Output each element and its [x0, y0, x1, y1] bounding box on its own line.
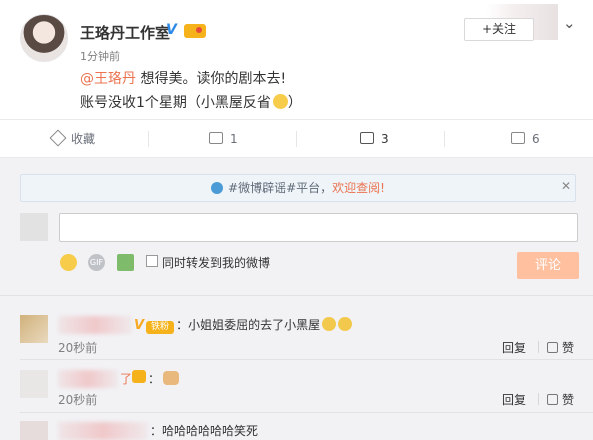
emoji-icon — [322, 317, 337, 331]
forward-button[interactable]: 1 — [209, 120, 238, 158]
post-text-line-2: 账号没收1个星期（小黑屋反省 ） — [80, 91, 302, 115]
weibo-post: 王珞丹工作室 V 1分钟前 +关注 ⌄ @王珞丹 想得美。读你的剧本去! 账号没… — [0, 0, 593, 119]
comment-divider — [20, 359, 593, 360]
commenter-name-blurred[interactable] — [58, 422, 148, 440]
action-divider — [444, 131, 445, 147]
mention-link[interactable]: @王珞丹 — [80, 71, 136, 87]
comment-icon — [360, 132, 374, 144]
post-action-bar: 收藏 1 3 6 — [0, 119, 593, 158]
star-icon — [49, 129, 67, 147]
comment-time: 20秒前 — [58, 341, 98, 355]
post-text-line-2-body: 账号没收1个星期（小黑屋反省 — [80, 95, 271, 111]
commenter-name-blurred[interactable] — [58, 316, 132, 334]
verified-icon: V — [134, 318, 145, 333]
comment-text: ：哈哈哈哈哈哈笑死 — [150, 424, 259, 438]
like-label: 赞 — [562, 341, 575, 355]
action-divider — [538, 341, 539, 353]
chevron-down-icon[interactable]: ⌄ — [563, 14, 576, 32]
post-text-line-1: @王珞丹 想得美。读你的剧本去! — [80, 67, 302, 91]
comment-count: 3 — [381, 132, 389, 146]
commenter-name-blurred[interactable] — [58, 370, 118, 388]
comment-body: ： — [148, 372, 161, 386]
comment-text: V 铁粉 ：小姐姐委屈的去了小黑屋 — [134, 316, 353, 334]
fan-badge: 铁粉 — [146, 321, 175, 334]
vip-badge-icon — [132, 370, 147, 383]
forward-icon — [209, 132, 223, 144]
my-avatar — [20, 213, 48, 241]
image-upload-icon[interactable] — [117, 254, 134, 271]
comments-panel: #微博辟谣#平台，欢迎查阅! ✕ GIF 同时转发到我的微博 评论 V 铁粉 ：小姐… — [0, 158, 593, 440]
comment-divider — [20, 412, 593, 413]
commenter-name-suffix[interactable]: 了 — [120, 372, 132, 386]
post-text-rest: 想得美。读你的剧本去! — [136, 71, 287, 87]
commenter-avatar[interactable] — [20, 421, 48, 440]
reply-button[interactable]: 回复 — [502, 391, 526, 408]
comment-divider — [0, 295, 593, 296]
thumbs-up-icon — [547, 394, 558, 405]
forward-also-label[interactable]: 同时转发到我的微博 — [162, 254, 270, 271]
favorite-label: 收藏 — [71, 132, 96, 146]
close-icon[interactable]: ✕ — [561, 179, 571, 193]
reply-button[interactable]: 回复 — [502, 339, 526, 356]
gif-icon[interactable]: GIF — [88, 254, 105, 271]
emoji-icon — [338, 317, 353, 331]
forward-also-checkbox[interactable] — [146, 255, 158, 267]
action-divider — [148, 131, 149, 147]
author-name[interactable]: 王珞丹工作室 — [80, 22, 170, 43]
vip-badge-icon — [184, 24, 206, 38]
post-time[interactable]: 1分钟前 — [80, 48, 120, 64]
submit-comment-button[interactable]: 评论 — [517, 252, 579, 279]
thumbs-up-icon — [547, 342, 558, 353]
action-divider — [538, 393, 539, 405]
comment-body: ：小姐姐委屈的去了小黑屋 — [176, 318, 321, 332]
like-label: 赞 — [562, 393, 575, 407]
like-count: 6 — [532, 132, 540, 146]
comment-like-button[interactable]: 赞 — [547, 339, 574, 356]
author-avatar[interactable] — [20, 14, 68, 62]
favorite-button[interactable]: 收藏 — [49, 120, 96, 158]
emoji-picker-icon[interactable] — [60, 254, 77, 271]
follow-button[interactable]: +关注 — [464, 18, 534, 41]
info-icon — [211, 182, 224, 194]
thumbs-up-icon — [511, 132, 525, 144]
comment-time: 20秒前 — [58, 393, 98, 407]
post-text-line-2-end: ） — [287, 95, 302, 111]
action-divider — [296, 131, 297, 147]
shy-emoji-icon — [272, 94, 288, 109]
forward-count: 1 — [230, 132, 238, 146]
cat-emoji-icon — [163, 371, 180, 385]
commenter-avatar[interactable] — [20, 370, 48, 398]
notice-link[interactable]: 欢迎查阅! — [332, 181, 385, 195]
verified-icon: V — [166, 22, 177, 38]
comment-input[interactable] — [59, 213, 578, 242]
rumor-notice-bar: #微博辟谣#平台，欢迎查阅! — [20, 174, 576, 202]
comment-button[interactable]: 3 — [360, 120, 389, 158]
like-button[interactable]: 6 — [511, 120, 540, 158]
commenter-avatar[interactable] — [20, 315, 48, 343]
comment-like-button[interactable]: 赞 — [547, 391, 574, 408]
post-text: @王珞丹 想得美。读你的剧本去! 账号没收1个星期（小黑屋反省 ） — [80, 67, 302, 115]
comment-text: 了： — [120, 370, 180, 387]
notice-text[interactable]: #微博辟谣#平台， — [228, 181, 332, 195]
